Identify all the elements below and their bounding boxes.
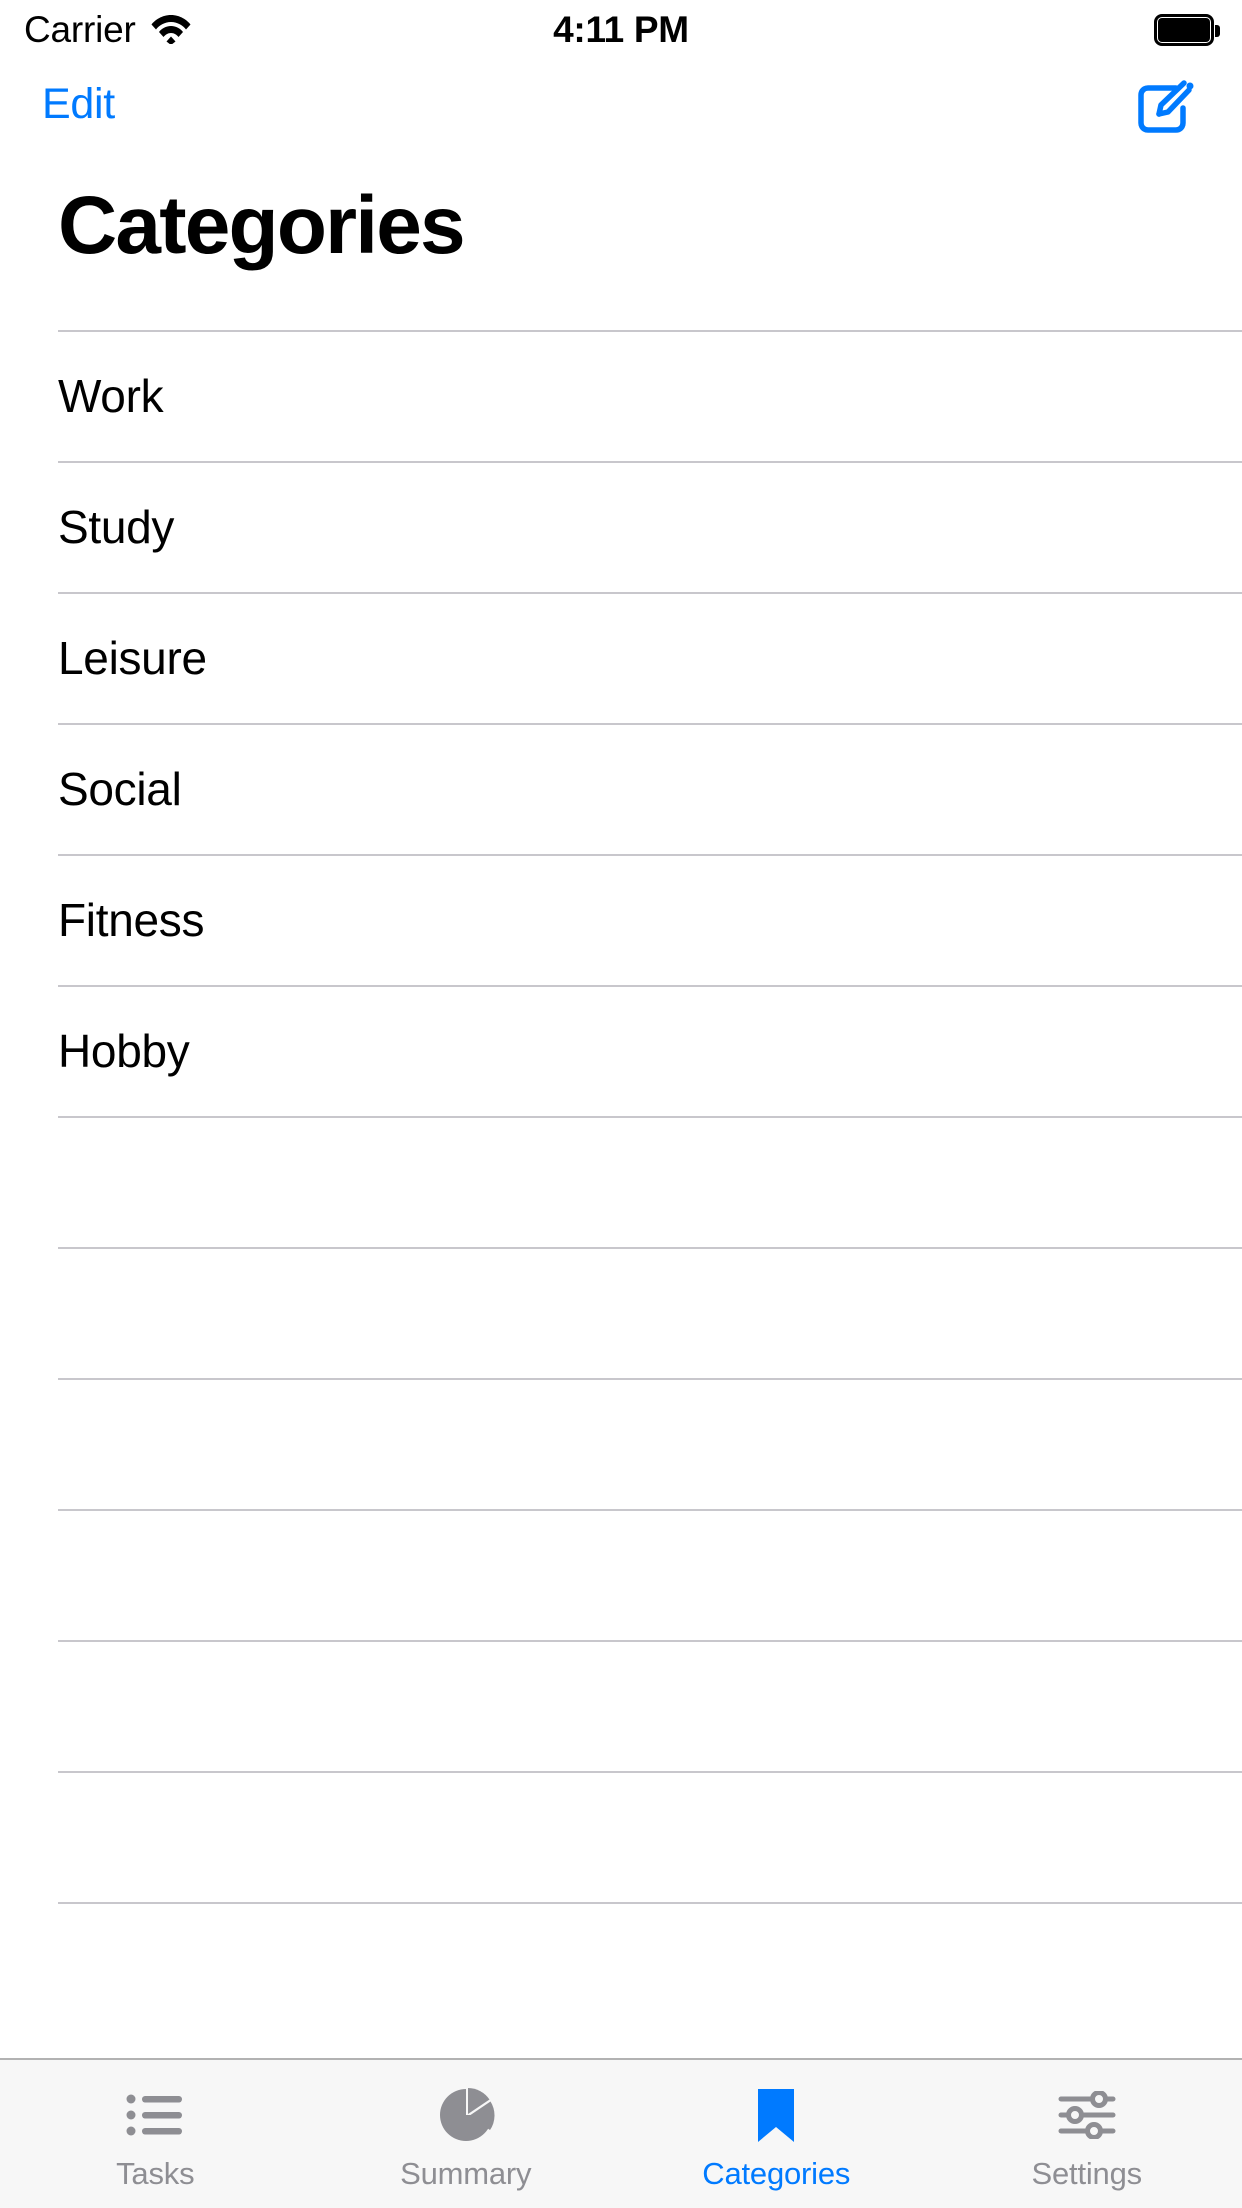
category-name: Fitness [58, 893, 204, 947]
table-row-empty [0, 1509, 1242, 1640]
compose-icon [1132, 130, 1196, 145]
table-row[interactable]: Fitness [0, 854, 1242, 985]
category-name: Study [58, 500, 174, 554]
category-name: Leisure [58, 631, 207, 685]
table-row-empty [0, 1247, 1242, 1378]
bookmark-icon [1140, 762, 1180, 816]
tab-label: Summary [400, 2156, 531, 2192]
app-screen: Carrier 4:11 PM Edit [0, 0, 1242, 2208]
table-row[interactable]: Hobby [0, 985, 1242, 1116]
tab-label: Categories [702, 2156, 850, 2192]
tab-categories[interactable]: Categories [621, 2060, 932, 2208]
page-title: Categories [58, 185, 464, 267]
status-bar-center: 4:11 PM [0, 0, 1242, 60]
bookmark-icon [1140, 631, 1180, 685]
bookmark-icon [1140, 893, 1180, 947]
categories-list: Work Study Leisure Social Fitness Hobby [0, 330, 1242, 2040]
table-row-empty [0, 1640, 1242, 1771]
battery-full-icon [1154, 14, 1220, 46]
bookmark-icon [1140, 500, 1180, 554]
bookmark-icon [1140, 369, 1180, 423]
pie-chart-icon [437, 2084, 495, 2146]
bookmark-icon [1140, 1024, 1180, 1078]
clock-label: 4:11 PM [553, 9, 689, 51]
table-row-empty [0, 1771, 1242, 1902]
sliders-icon [1058, 2084, 1116, 2146]
tab-label: Tasks [116, 2156, 194, 2192]
table-row[interactable]: Leisure [0, 592, 1242, 723]
list-bullet-icon [126, 2084, 184, 2146]
table-row[interactable]: Study [0, 461, 1242, 592]
compose-button[interactable] [1132, 78, 1196, 142]
table-row-empty [0, 1116, 1242, 1247]
category-name: Social [58, 762, 182, 816]
table-row-empty [0, 1378, 1242, 1509]
category-name: Work [58, 369, 163, 423]
navigation-bar: Edit [0, 60, 1242, 148]
table-row[interactable]: Social [0, 723, 1242, 854]
tab-settings[interactable]: Settings [932, 2060, 1242, 2208]
category-name: Hobby [58, 1024, 189, 1078]
status-bar-right [1154, 0, 1220, 60]
edit-button[interactable]: Edit [42, 74, 115, 134]
bookmark-icon [756, 2084, 796, 2146]
tab-summary[interactable]: Summary [311, 2060, 622, 2208]
tab-bar: Tasks Summary Categories Settings [0, 2058, 1242, 2208]
tab-tasks[interactable]: Tasks [0, 2060, 311, 2208]
tab-label: Settings [1032, 2156, 1142, 2192]
status-bar: Carrier 4:11 PM [0, 0, 1242, 60]
table-row[interactable]: Work [0, 330, 1242, 461]
table-row-empty [0, 1902, 1242, 2033]
